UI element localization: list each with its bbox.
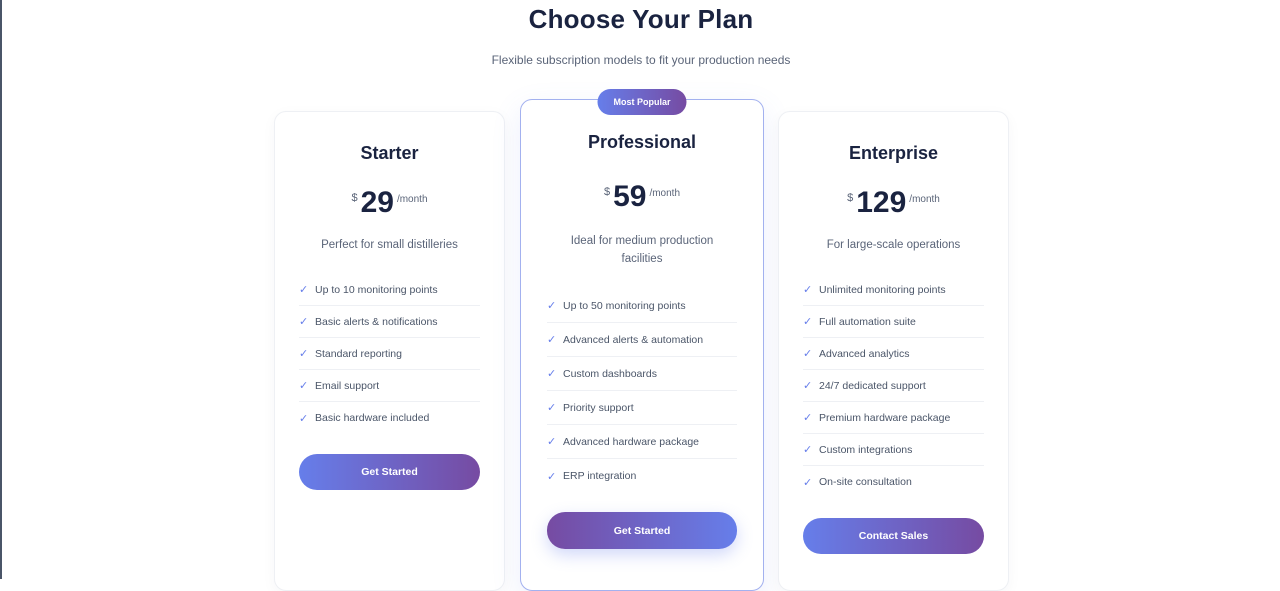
feature-label: Basic alerts & notifications — [315, 315, 438, 328]
plan-description: For large-scale operations — [826, 239, 961, 251]
plan-name: Starter — [360, 143, 419, 163]
check-icon: ✓ — [547, 334, 557, 346]
check-icon: ✓ — [299, 316, 309, 328]
plan-card-starter: Starter $ 29 /month Perfect for small di… — [274, 111, 505, 591]
plan-price: $ 29 /month — [275, 187, 504, 219]
contact-sales-button[interactable]: Contact Sales — [803, 518, 984, 554]
feature-item: ✓ Advanced alerts & automation — [547, 323, 737, 357]
feature-item: ✓ Up to 10 monitoring points — [299, 274, 480, 306]
price-period: /month — [396, 194, 428, 205]
plan-card-enterprise: Enterprise $ 129 /month For large-scale … — [778, 111, 1009, 591]
feature-item: ✓ Advanced analytics — [803, 338, 984, 370]
feature-item: ✓ Unlimited monitoring points — [803, 274, 984, 306]
feature-label: Custom integrations — [819, 443, 913, 456]
feature-label: Email support — [315, 379, 380, 392]
page-subtitle: Flexible subscription models to fit your… — [491, 53, 791, 67]
price-period: /month — [909, 194, 940, 205]
check-icon: ✓ — [299, 348, 309, 360]
feature-item: ✓ ERP integration — [547, 459, 737, 493]
check-icon: ✓ — [803, 348, 813, 360]
feature-label: ERP integration — [563, 470, 637, 482]
check-icon: ✓ — [803, 284, 813, 296]
feature-item: ✓ 24/7 dedicated support — [803, 370, 984, 402]
price-currency: $ — [603, 186, 611, 198]
plan-description: Perfect for small distilleries — [321, 239, 458, 251]
feature-item: ✓ Custom integrations — [803, 434, 984, 466]
check-icon: ✓ — [803, 476, 813, 489]
feature-item: ✓ Priority support — [547, 391, 737, 425]
feature-item: ✓ Advanced hardware package — [547, 425, 737, 459]
check-icon: ✓ — [803, 444, 813, 456]
feature-label: Advanced hardware package — [563, 435, 700, 448]
plan-price: $ 129 /month — [779, 187, 1008, 219]
feature-label: Up to 50 monitoring points — [563, 299, 686, 312]
price-amount: 29 — [360, 186, 394, 219]
check-icon: ✓ — [547, 436, 557, 448]
check-icon: ✓ — [547, 470, 557, 483]
feature-label: Advanced analytics — [819, 347, 910, 360]
most-popular-badge: Most Popular — [597, 89, 687, 115]
price-period: /month — [649, 188, 681, 199]
price-currency: $ — [351, 192, 358, 204]
check-icon: ✓ — [803, 316, 813, 328]
feature-list: ✓ Unlimited monitoring points ✓ Full autom… — [803, 274, 984, 498]
feature-label: Up to 10 monitoring points — [315, 283, 438, 296]
window-left-border — [0, 0, 2, 579]
plan-name: Enterprise — [848, 143, 939, 163]
price-currency: $ — [847, 192, 854, 204]
feature-label: Priority support — [563, 401, 634, 414]
feature-item: ✓ Email support — [299, 370, 480, 402]
feature-label: Basic hardware included — [315, 412, 430, 424]
feature-item: ✓ Full automation suite — [803, 306, 984, 338]
feature-item: ✓ Basic hardware included — [299, 402, 480, 434]
get-started-button[interactable]: Get Started — [547, 512, 737, 549]
plan-price: $ 59 /month — [521, 181, 763, 213]
feature-item: ✓ Premium hardware package — [803, 402, 984, 434]
check-icon: ✓ — [299, 380, 309, 392]
check-icon: ✓ — [803, 412, 813, 424]
plan-description: Ideal for medium production facilities — [570, 235, 714, 265]
feature-item: ✓ Up to 50 monitoring points — [547, 289, 737, 323]
check-icon: ✓ — [803, 380, 813, 392]
check-icon: ✓ — [547, 402, 557, 414]
feature-item: ✓ On-site consultation — [803, 466, 984, 498]
price-amount: 129 — [856, 186, 907, 219]
feature-label: Unlimited monitoring points — [819, 283, 946, 296]
feature-label: Premium hardware package — [819, 411, 951, 424]
feature-item: ✓ Standard reporting — [299, 338, 480, 370]
page-title: Choose Your Plan — [528, 4, 754, 34]
plan-name: Professional — [587, 132, 697, 152]
feature-label: On-site consultation — [819, 476, 912, 488]
plan-card-professional: Most Popular Professional $ 59 /month Id… — [520, 89, 764, 591]
feature-list: ✓ Up to 50 monitoring points ✓ Advanced al… — [547, 289, 737, 493]
feature-label: Standard reporting — [315, 347, 402, 360]
check-icon: ✓ — [547, 368, 557, 380]
feature-item: ✓ Custom dashboards — [547, 357, 737, 391]
feature-label: Full automation suite — [819, 315, 916, 328]
feature-label: Advanced alerts & automation — [563, 333, 704, 346]
check-icon: ✓ — [547, 300, 557, 312]
feature-label: 24/7 dedicated support — [819, 379, 926, 392]
price-amount: 59 — [613, 180, 647, 213]
feature-label: Custom dashboards — [563, 367, 657, 380]
feature-list: ✓ Up to 10 monitoring points ✓ Basic alert… — [299, 274, 480, 434]
check-icon: ✓ — [299, 284, 309, 296]
check-icon: ✓ — [299, 412, 309, 425]
get-started-button[interactable]: Get Started — [299, 454, 480, 490]
feature-item: ✓ Basic alerts & notifications — [299, 306, 480, 338]
